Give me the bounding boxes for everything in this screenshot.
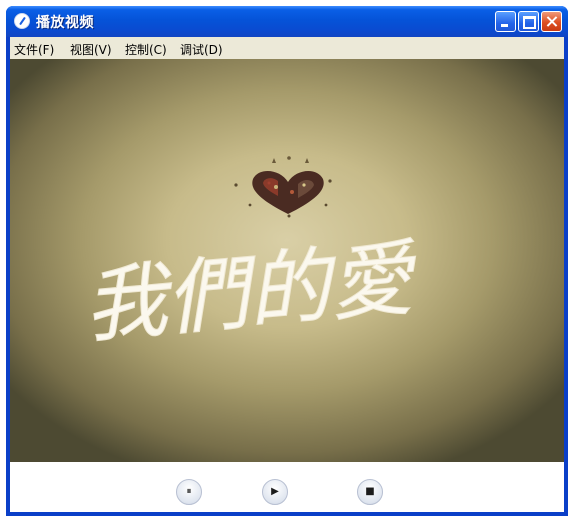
play-icon: ▶ [271,486,279,497]
video-overlay-text: 我們的愛 [81,231,423,355]
playback-controls: ⏸ ▶ ■ [10,462,564,512]
menu-file[interactable]: 文件(F) [14,41,54,58]
title-bar[interactable]: 播放视频 [6,6,568,37]
app-icon [14,13,30,29]
heart-decoration [234,156,332,218]
menu-debug[interactable]: 调试(D) [180,41,223,58]
media-player-window: 播放视频 文件(F) 视图(V) 控制(C) 调试(D) 我們的愛 ⏸ ▶ ■ [6,6,568,516]
close-button[interactable] [541,11,562,32]
menu-bar: 文件(F) 视图(V) 控制(C) 调试(D) [10,37,564,59]
menu-view[interactable]: 视图(V) [70,41,112,58]
menu-control[interactable]: 控制(C) [125,41,167,58]
client-area: 文件(F) 视图(V) 控制(C) 调试(D) 我們的愛 ⏸ ▶ ■ [10,37,564,512]
pause-icon: ⏸ [186,486,192,497]
play-button[interactable]: ▶ [262,479,288,505]
window-title: 播放视频 [36,15,94,31]
maximize-button[interactable] [518,11,539,32]
pause-button[interactable]: ⏸ [176,479,202,505]
stop-button[interactable]: ■ [357,479,383,505]
video-frame: 我們的愛 [80,156,423,355]
video-display[interactable]: 我們的愛 [10,59,564,462]
stop-icon: ■ [365,486,375,497]
minimize-button[interactable] [495,11,516,32]
